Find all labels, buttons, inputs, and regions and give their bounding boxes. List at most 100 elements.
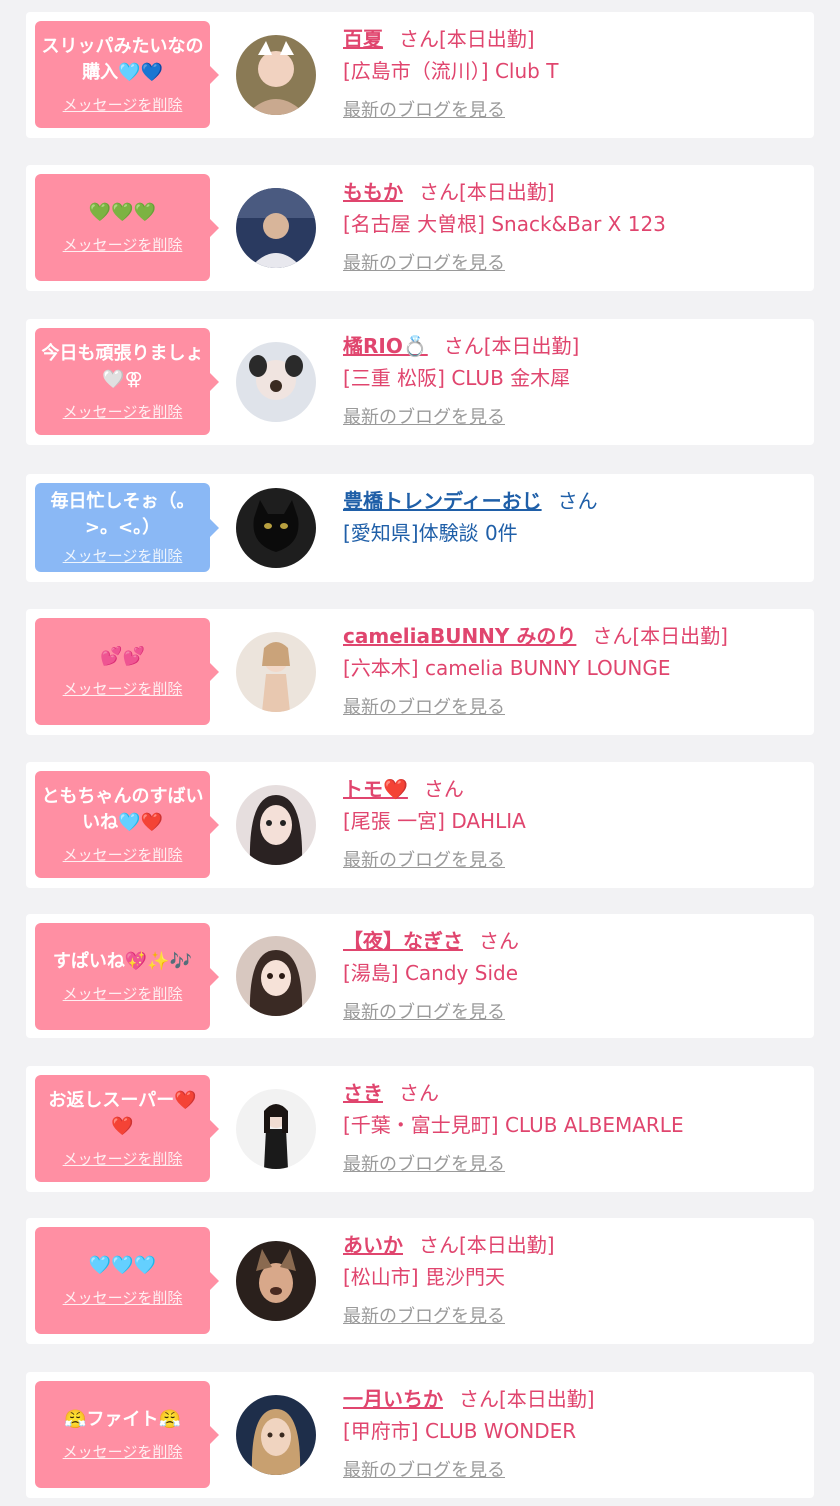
latest-blog-link[interactable]: 最新のブログを見る <box>343 1302 505 1328</box>
list-item: 毎日忙しそぉ（。>。<。） メッセージを削除 豊橋トレンディーおじ さん [愛知県… <box>26 474 814 582</box>
honorific: さん <box>399 1081 439 1105</box>
shop-name: [松山市] 毘沙門天 <box>343 1265 505 1289</box>
message-text: 💕💕 <box>100 646 145 667</box>
message-text: すぱいね💖✨🎶 <box>52 951 193 972</box>
profile-info: cameliaBUNNY みのり さん[本日出勤] [六本木] camelia B… <box>343 621 804 719</box>
cast-name-link[interactable]: 一月いちか <box>343 1387 443 1411</box>
cast-name-link[interactable]: ももか <box>343 180 403 204</box>
shop-name: [六本木] camelia BUNNY LOUNGE <box>343 656 671 680</box>
honorific: さん <box>399 27 439 51</box>
avatar[interactable] <box>236 1395 316 1475</box>
attendance-badge: [本日出勤] <box>499 1387 595 1411</box>
shop-name: [甲府市] CLUB WONDER <box>343 1419 577 1443</box>
message-bubble: 💕💕 メッセージを削除 <box>35 618 219 725</box>
profile-info: あいか さん[本日出勤] [松山市] 毘沙門天 最新のブログを見る <box>343 1230 804 1328</box>
list-item: 😤ファイト😤 メッセージを削除 一月いちか さん[本日出勤] [甲府市] CLUB… <box>26 1372 814 1498</box>
shop-name: [千葉・富士見町] CLUB ALBEMARLE <box>343 1113 684 1137</box>
avatar[interactable] <box>236 632 316 712</box>
delete-message-link[interactable]: メッセージを削除 <box>63 983 183 1004</box>
cast-name-link[interactable]: 【夜】なぎさ <box>343 929 463 953</box>
message-text: 💚💚💚 <box>88 202 157 223</box>
cast-name-link[interactable]: トモ❤️ <box>343 777 408 801</box>
profile-info: トモ❤️ さん [尾張 一宮] DAHLIA 最新のブログを見る <box>343 774 804 872</box>
latest-blog-link[interactable]: 最新のブログを見る <box>343 96 505 122</box>
cast-name-link[interactable]: cameliaBUNNY みのり <box>343 624 576 648</box>
avatar[interactable] <box>236 785 316 865</box>
message-bubble: スリッパみたいなの購入🩵💙 メッセージを削除 <box>35 21 219 128</box>
message-bubble: ともちゃんのすばいいね🩵❤️ メッセージを削除 <box>35 771 219 878</box>
shop-name: [名古屋 大曽根] Snack&Bar X 123 <box>343 212 666 236</box>
user-name-link[interactable]: 豊橋トレンディーおじ <box>343 489 542 513</box>
list-item: 💚💚💚 メッセージを削除 ももか さん[本日出勤] [名古屋 大曽根] Snack… <box>26 165 814 291</box>
attendance-badge: [本日出勤] <box>483 334 580 358</box>
avatar[interactable] <box>236 188 316 268</box>
avatar[interactable] <box>236 342 316 422</box>
avatar[interactable] <box>236 488 316 568</box>
avatar[interactable] <box>236 1089 316 1169</box>
message-text: 🩵🩵🩵 <box>88 1255 157 1276</box>
avatar[interactable] <box>236 35 316 115</box>
shop-name: [三重 松阪] CLUB 金木犀 <box>343 366 571 390</box>
delete-message-link[interactable]: メッセージを削除 <box>63 1441 183 1462</box>
profile-info: ももか さん[本日出勤] [名古屋 大曽根] Snack&Bar X 123 最新… <box>343 177 804 275</box>
shop-name: [広島市（流川）] Club T <box>343 59 559 83</box>
honorific: さん <box>459 1387 499 1411</box>
attendance-badge: [本日出勤] <box>459 180 555 204</box>
latest-blog-link[interactable]: 最新のブログを見る <box>343 1456 505 1482</box>
cast-name-link[interactable]: さき <box>343 1081 383 1105</box>
message-bubble: すぱいね💖✨🎶 メッセージを削除 <box>35 923 219 1030</box>
profile-info: さき さん [千葉・富士見町] CLUB ALBEMARLE 最新のブログを見る <box>343 1078 804 1176</box>
attendance-badge: [本日出勤] <box>439 27 535 51</box>
latest-blog-link[interactable]: 最新のブログを見る <box>343 998 505 1024</box>
honorific: さん <box>443 334 484 358</box>
avatar[interactable] <box>236 1241 316 1321</box>
message-text: 毎日忙しそぉ（。>。<。） <box>50 491 195 538</box>
latest-blog-link[interactable]: 最新のブログを見る <box>343 403 505 429</box>
latest-blog-link[interactable]: 最新のブログを見る <box>343 1150 505 1176</box>
message-text: 今日も頑張りましょ🤍⚢ <box>41 343 204 390</box>
honorific: さん <box>557 489 598 513</box>
delete-message-link[interactable]: メッセージを削除 <box>63 234 183 255</box>
list-item: ともちゃんのすばいいね🩵❤️ メッセージを削除 トモ❤️ さん [尾張 一宮] D… <box>26 762 814 888</box>
honorific: さん <box>423 777 464 801</box>
delete-message-link[interactable]: メッセージを削除 <box>63 844 183 865</box>
delete-message-link[interactable]: メッセージを削除 <box>63 94 183 115</box>
profile-info: 一月いちか さん[本日出勤] [甲府市] CLUB WONDER 最新のブログを見… <box>343 1384 804 1482</box>
message-bubble: 今日も頑張りましょ🤍⚢ メッセージを削除 <box>35 328 219 435</box>
honorific: さん <box>479 929 519 953</box>
honorific: さん <box>419 180 459 204</box>
message-text: 😤ファイト😤 <box>64 1409 181 1430</box>
delete-message-link[interactable]: メッセージを削除 <box>63 545 183 566</box>
cast-name-link[interactable]: あいか <box>343 1233 403 1257</box>
delete-message-link[interactable]: メッセージを削除 <box>63 1287 183 1308</box>
profile-info: 百夏 さん[本日出勤] [広島市（流川）] Club T 最新のブログを見る <box>343 24 804 122</box>
message-text: ともちゃんのすばいいね🩵❤️ <box>41 786 204 833</box>
message-bubble: 🩵🩵🩵 メッセージを削除 <box>35 1227 219 1334</box>
delete-message-link[interactable]: メッセージを削除 <box>63 678 183 699</box>
message-bubble: 😤ファイト😤 メッセージを削除 <box>35 1381 219 1488</box>
honorific: さん <box>592 624 633 648</box>
profile-info: 橘RIO💍 さん[本日出勤] [三重 松阪] CLUB 金木犀 最新のブログを見る <box>343 331 804 429</box>
latest-blog-link[interactable]: 最新のブログを見る <box>343 249 505 275</box>
latest-blog-link[interactable]: 最新のブログを見る <box>343 693 505 719</box>
review-count: [愛知県]体験談 0件 <box>343 521 518 545</box>
list-item: すぱいね💖✨🎶 メッセージを削除 【夜】なぎさ さん [湯島] Candy Sid… <box>26 914 814 1038</box>
cast-name-link[interactable]: 百夏 <box>343 27 383 51</box>
avatar[interactable] <box>236 936 316 1016</box>
shop-name: [尾張 一宮] DAHLIA <box>343 809 526 833</box>
latest-blog-link[interactable]: 最新のブログを見る <box>343 846 505 872</box>
list-item: 🩵🩵🩵 メッセージを削除 あいか さん[本日出勤] [松山市] 毘沙門天 最新のブ… <box>26 1218 814 1344</box>
message-bubble: 毎日忙しそぉ（。>。<。） メッセージを削除 <box>35 483 219 572</box>
list-item: スリッパみたいなの購入🩵💙 メッセージを削除 百夏 さん[本日出勤] [広島市（流… <box>26 12 814 138</box>
message-bubble: お返しスーパー❤️❤️ メッセージを削除 <box>35 1075 219 1182</box>
delete-message-link[interactable]: メッセージを削除 <box>63 401 183 422</box>
list-item: お返しスーパー❤️❤️ メッセージを削除 さき さん [千葉・富士見町] CLUB… <box>26 1066 814 1192</box>
message-text: スリッパみたいなの購入🩵💙 <box>41 36 204 83</box>
list-item: 今日も頑張りましょ🤍⚢ メッセージを削除 橘RIO💍 さん[本日出勤] [三重 松… <box>26 319 814 445</box>
message-bubble: 💚💚💚 メッセージを削除 <box>35 174 219 281</box>
list-item: 💕💕 メッセージを削除 cameliaBUNNY みのり さん[本日出勤] [六本… <box>26 609 814 735</box>
delete-message-link[interactable]: メッセージを削除 <box>63 1148 183 1169</box>
profile-info: 豊橋トレンディーおじ さん [愛知県]体験談 0件 <box>343 486 804 548</box>
profile-info: 【夜】なぎさ さん [湯島] Candy Side 最新のブログを見る <box>343 926 804 1024</box>
cast-name-link[interactable]: 橘RIO💍 <box>343 334 428 358</box>
